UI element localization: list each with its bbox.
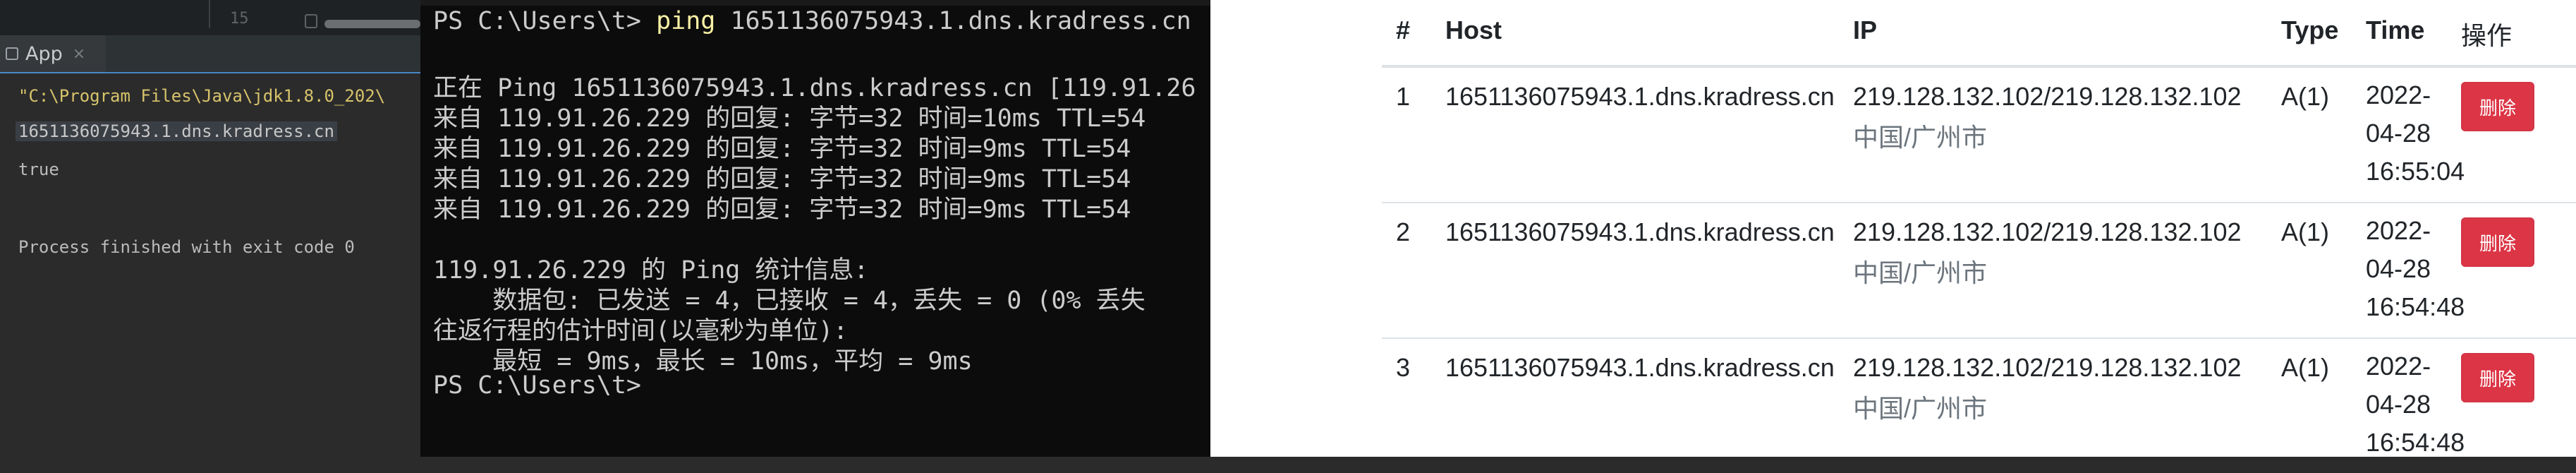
- row-ip: 219.128.132.102/219.128.132.102: [1853, 82, 2242, 111]
- row-host: 1651136075943.1.dns.kradress.cn: [1445, 353, 1835, 382]
- col-header-num: #: [1396, 16, 1411, 44]
- ide-run-panel: 15 App × "C:\Program Files\Java\jdk1.8.0…: [0, 0, 420, 457]
- editor-divider: [209, 0, 210, 28]
- row-type: A(1): [2281, 82, 2330, 111]
- close-icon[interactable]: ×: [73, 45, 85, 63]
- run-tab-bar: App ×: [0, 35, 420, 73]
- tab-app-label: App: [25, 42, 63, 65]
- console-output-line: true: [18, 160, 59, 179]
- table-row: 2 1651136075943.1.dns.kradress.cn 219.12…: [1382, 203, 2576, 339]
- row-type: A(1): [2281, 353, 2330, 382]
- row-time: 2022- 04-28 16:55:04: [2366, 80, 2465, 186]
- horizontal-scrollbar[interactable]: [324, 20, 420, 28]
- run-config-icon: [6, 47, 18, 60]
- terminal-top-strip: [420, 0, 1210, 6]
- line-number: 15: [230, 10, 249, 28]
- row-type: A(1): [2281, 217, 2330, 246]
- row-ip: 219.128.132.102/219.128.132.102: [1853, 353, 2242, 382]
- row-host: 1651136075943.1.dns.kradress.cn: [1445, 217, 1835, 246]
- panel-margin: [1210, 0, 1382, 457]
- ide-editor-strip: 15: [0, 0, 420, 36]
- console-output-line: 1651136075943.1.dns.kradress.cn: [16, 121, 337, 141]
- console-exit-message: Process finished with exit code 0: [18, 237, 355, 257]
- terminal-prompt: PS C:\Users\t>: [433, 371, 642, 400]
- lock-icon: [305, 14, 317, 28]
- col-header-ip: IP: [1853, 16, 1878, 44]
- row-num: 1: [1396, 82, 1411, 111]
- powershell-terminal[interactable]: PS C:\Users\t> ping 1651136075943.1.dns.…: [420, 0, 1210, 457]
- table-row: 3 1651136075943.1.dns.kradress.cn 219.12…: [1382, 339, 2576, 473]
- dns-table-header: # Host IP Type Time 操作: [1382, 0, 2576, 68]
- row-ip-location: 中国/广州市: [1853, 394, 1988, 423]
- console-command-line: "C:\Program Files\Java\jdk1.8.0_202\: [18, 86, 386, 106]
- col-header-host: Host: [1445, 16, 1502, 44]
- row-ip-location: 中国/广州市: [1853, 123, 1988, 152]
- table-row: 1 1651136075943.1.dns.kradress.cn 219.12…: [1382, 68, 2576, 203]
- ping-argument: 1651136075943.1.dns.kradress.cn: [730, 7, 1191, 35]
- ping-keyword: ping: [656, 7, 716, 35]
- ping-reply-line: 来自 119.91.26.229 的回复: 字节=32 时间=9ms TTL=5…: [433, 196, 1131, 224]
- row-host: 1651136075943.1.dns.kradress.cn: [1445, 82, 1835, 111]
- row-ip-location: 中国/广州市: [1853, 258, 1988, 287]
- col-header-time: Time: [2366, 16, 2425, 44]
- delete-button[interactable]: 删除: [2461, 217, 2534, 267]
- row-time: 2022- 04-28 16:54:48: [2366, 216, 2465, 321]
- row-time: 2022- 04-28 16:54:48: [2366, 352, 2465, 457]
- col-header-type: Type: [2281, 16, 2339, 44]
- terminal-command-line: PS C:\Users\t> ping 1651136075943.1.dns.…: [433, 7, 1191, 35]
- dns-log-panel: # Host IP Type Time 操作 1 1651136075943.1…: [1210, 0, 2576, 457]
- row-ip: 219.128.132.102/219.128.132.102: [1853, 217, 2242, 246]
- delete-button[interactable]: 删除: [2461, 353, 2534, 402]
- terminal-prompt: PS C:\Users\t>: [433, 7, 642, 35]
- run-console-output[interactable]: "C:\Program Files\Java\jdk1.8.0_202\ 165…: [0, 73, 420, 457]
- tab-app[interactable]: App ×: [0, 35, 106, 72]
- delete-button[interactable]: 删除: [2461, 82, 2534, 131]
- col-header-action: 操作: [2461, 21, 2513, 50]
- row-num: 3: [1396, 353, 1411, 382]
- row-num: 2: [1396, 217, 1411, 246]
